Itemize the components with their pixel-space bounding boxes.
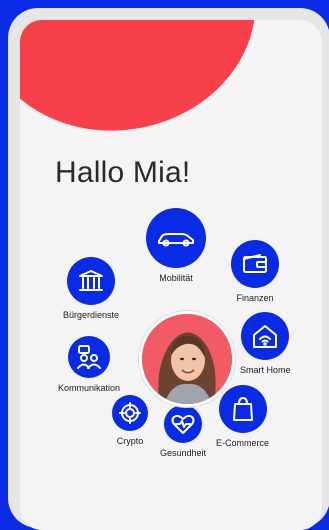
shopping-bag-icon [218,385,267,433]
user-portrait-icon [142,314,232,404]
avatar[interactable] [139,311,235,407]
people-chat-icon [68,336,111,378]
bottom-area [20,510,322,530]
wallet-icon [231,240,279,288]
page-title: Hallo Mia! [55,156,191,189]
service-label: Finanzen [236,293,274,303]
service-gesundheit[interactable]: Gesundheit [160,405,206,458]
service-label: Bürgerdienste [63,310,120,320]
smart-home-icon [241,312,290,360]
service-label: Mobilität [159,273,193,283]
service-smart-home[interactable]: Smart Home [240,312,291,375]
phone-frame: Hallo Mia! Mobilität Finanzen Smart Home… [8,8,329,530]
service-label: Smart Home [240,365,291,375]
service-label: Kommunikation [58,383,121,393]
service-kommunikation[interactable]: Kommunikation [58,336,120,393]
service-label: Gesundheit [160,448,207,458]
heart-pulse-icon [164,405,203,443]
government-building-icon [67,257,116,305]
service-finanzen[interactable]: Finanzen [231,240,279,303]
service-mobilitaet[interactable]: Mobilität [146,208,206,283]
decorative-blob [20,20,275,153]
service-crypto[interactable]: Crypto [112,395,148,446]
service-label: Crypto [116,436,144,446]
service-e-commerce[interactable]: E-Commerce [216,385,269,448]
crypto-icon [112,395,148,431]
service-buergerdienste[interactable]: Bürgerdienste [63,257,119,320]
app-screen: Hallo Mia! Mobilität Finanzen Smart Home… [20,20,322,530]
service-label: E-Commerce [216,438,270,448]
car-icon [146,208,206,268]
